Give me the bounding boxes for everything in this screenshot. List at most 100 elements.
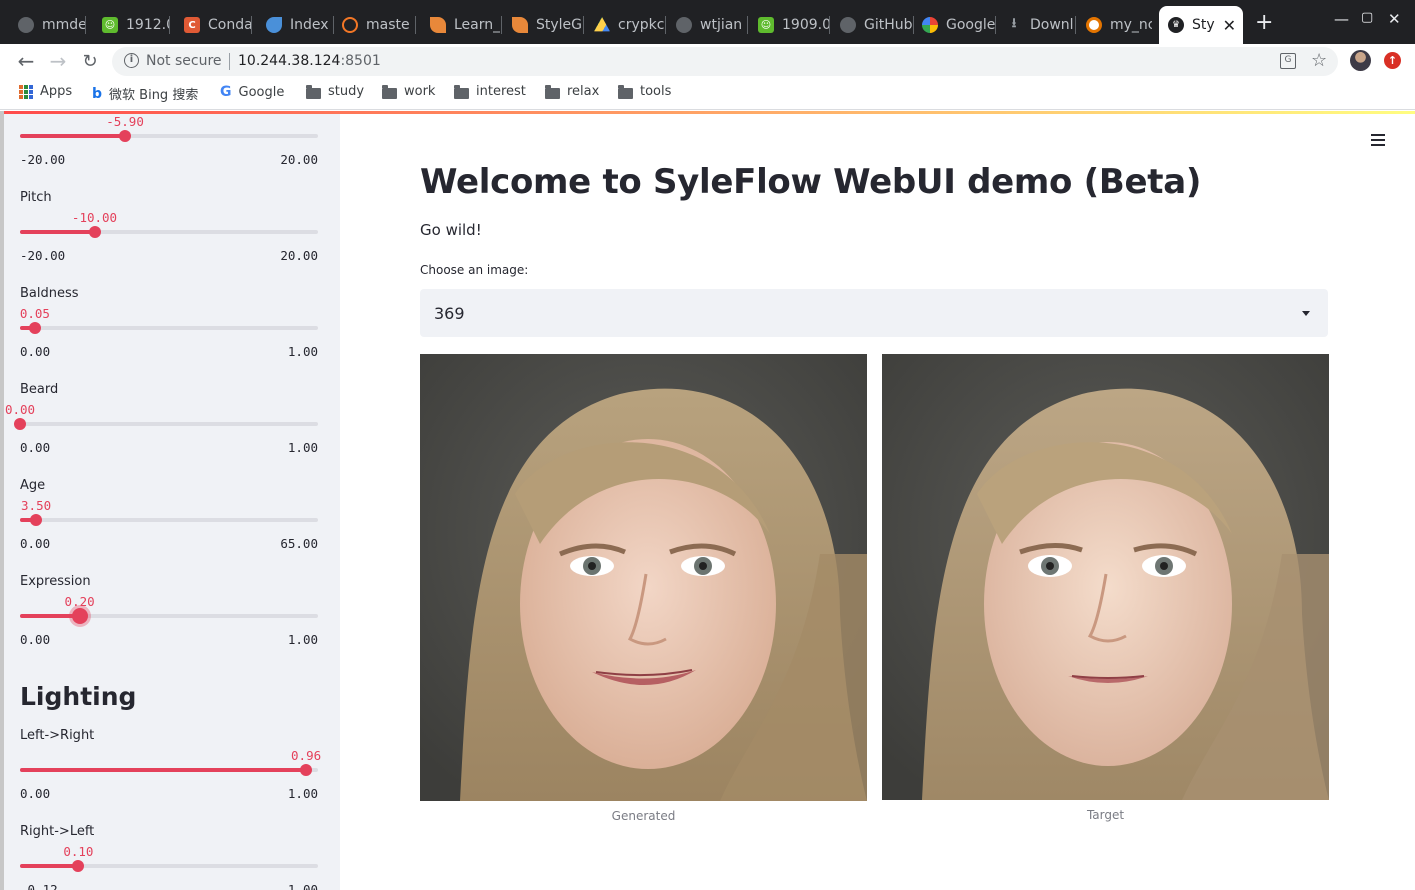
slider-pitch: Pitch -10.00 -20.00 20.00 <box>4 190 340 286</box>
slider-max: 1.00 <box>287 344 318 359</box>
bookmark-folder-study[interactable]: study <box>306 84 364 99</box>
maximize-window-button[interactable]: ▢ <box>1361 10 1373 25</box>
slider-max: 1.00 <box>287 786 318 801</box>
slider-thumb[interactable] <box>119 130 132 142</box>
browser-tab[interactable]: maste <box>342 6 416 44</box>
folder-icon <box>545 84 560 99</box>
browser-tab[interactable]: crypkc <box>594 6 666 44</box>
new-tab-button[interactable]: + <box>1255 12 1273 34</box>
slider-track[interactable] <box>20 130 318 142</box>
slider-track[interactable] <box>20 608 318 624</box>
slider-thumb[interactable] <box>71 608 88 624</box>
bookmark-folder-work[interactable]: work <box>382 84 435 99</box>
slider-min: 0.00 <box>20 440 51 455</box>
slider-thumb[interactable] <box>72 860 85 872</box>
slider-track[interactable] <box>14 418 318 430</box>
reload-icon[interactable]: ↻ <box>78 49 102 73</box>
bookmark-bing[interactable]: b 微软 Bing 搜索 <box>92 84 198 104</box>
slider-label: Baldness <box>20 286 79 301</box>
slider-fill <box>20 768 307 772</box>
slider-light-left-right: Left->Right 0.96 0.00 1.00 <box>4 728 340 824</box>
security-label[interactable]: Not secure <box>146 53 222 69</box>
update-icon[interactable]: ↑ <box>1384 52 1401 69</box>
slider-min: -20.00 <box>20 248 66 263</box>
browser-tab[interactable]: Index <box>266 6 334 44</box>
smiley-icon: ☺ <box>102 17 118 33</box>
slider-thumb[interactable] <box>28 322 41 334</box>
browser-tab[interactable]: GitHub <box>840 6 914 44</box>
folder-icon <box>618 84 633 99</box>
translate-icon[interactable]: G <box>1280 53 1296 69</box>
slider-label: Pitch <box>20 190 52 205</box>
slider-max: 1.00 <box>287 882 318 890</box>
slider-max: 65.00 <box>280 536 318 551</box>
profile-avatar[interactable] <box>1350 50 1371 71</box>
slider-value: 0.20 <box>64 594 95 609</box>
generated-image <box>420 354 867 801</box>
overleaf-icon <box>512 17 528 33</box>
conda-icon: C <box>184 17 200 33</box>
minimize-window-button[interactable]: — <box>1334 10 1349 28</box>
folder-icon <box>306 84 321 99</box>
divider <box>229 53 230 70</box>
slider-label: Age <box>20 478 46 493</box>
slider-value: 0.05 <box>19 306 50 321</box>
url-text[interactable]: 10.244.38.124:8501 <box>238 53 381 69</box>
bookmark-folder-interest[interactable]: interest <box>454 84 526 99</box>
back-arrow-icon[interactable]: ← <box>14 49 38 73</box>
page-subtitle: Go wild! <box>420 221 482 239</box>
slider-track[interactable] <box>20 322 318 334</box>
slider-thumb[interactable] <box>30 514 43 526</box>
hamburger-menu-icon[interactable] <box>1371 134 1385 146</box>
slider-thumb[interactable] <box>88 226 101 238</box>
image-select[interactable]: 369 <box>420 289 1328 337</box>
slider-thumb[interactable] <box>14 418 26 430</box>
slider-min: -20.00 <box>20 152 66 167</box>
browser-tab[interactable]: my_nc <box>1086 6 1152 44</box>
browser-tab[interactable]: ☺ 1912.0 <box>102 6 170 44</box>
bookmark-apps[interactable]: Apps <box>19 84 72 99</box>
browser-tab[interactable]: C Conda <box>184 6 252 44</box>
slider-light-right-left: Right->Left 0.10 -0.12 1.00 <box>4 824 340 890</box>
bookmark-google[interactable]: G Google <box>220 84 284 100</box>
slider-track[interactable] <box>20 764 318 776</box>
address-bar[interactable]: i Not secure 10.244.38.124:8501 G ☆ <box>112 47 1338 76</box>
browser-tab[interactable]: wtjian <box>676 6 748 44</box>
slider-label: Expression <box>20 574 91 589</box>
apps-grid-icon <box>19 84 33 99</box>
slider-value: -10.00 <box>71 210 118 225</box>
slider-fill <box>20 134 126 138</box>
github-icon <box>840 17 856 33</box>
slider-thumb[interactable] <box>300 764 313 776</box>
browser-tab[interactable]: ☺ 1909.0 <box>758 6 830 44</box>
forward-arrow-icon[interactable]: → <box>46 49 70 73</box>
select-label: Choose an image: <box>420 263 529 277</box>
slider-max: 20.00 <box>280 248 318 263</box>
overleaf-icon <box>430 17 446 33</box>
browser-tab[interactable]: Learn_ <box>430 6 502 44</box>
folder-icon <box>382 84 397 99</box>
info-icon[interactable]: i <box>124 53 139 68</box>
bookmark-star-icon[interactable]: ☆ <box>1311 50 1327 71</box>
browser-tab-strip: mmde ☺ 1912.0 C Conda Index maste Learn_… <box>0 0 1415 44</box>
target-image <box>882 354 1329 800</box>
jupyter-icon <box>342 17 358 33</box>
browser-tab[interactable]: Google <box>922 6 996 44</box>
close-window-button[interactable]: ✕ <box>1388 10 1401 28</box>
browser-tab[interactable]: ⭳ Downl <box>1006 6 1076 44</box>
slider-track[interactable] <box>20 514 318 526</box>
google-icon: G <box>220 84 232 100</box>
bookmark-folder-relax[interactable]: relax <box>545 84 599 99</box>
slider-age: Age 3.50 0.00 65.00 <box>4 478 340 574</box>
browser-tab[interactable]: mmde <box>18 6 86 44</box>
slider-value: -5.90 <box>106 114 144 129</box>
slider-track[interactable] <box>20 860 318 872</box>
slider-fill <box>20 864 79 868</box>
github-icon <box>18 17 34 33</box>
browser-tab-active[interactable]: ♛ Sty ✕ <box>1159 6 1243 44</box>
slider-track[interactable] <box>20 226 318 238</box>
browser-tab[interactable]: StyleG <box>512 6 584 44</box>
close-tab-icon[interactable]: ✕ <box>1223 16 1236 35</box>
image-caption-target: Target <box>1086 808 1125 822</box>
bookmark-folder-tools[interactable]: tools <box>618 84 671 99</box>
